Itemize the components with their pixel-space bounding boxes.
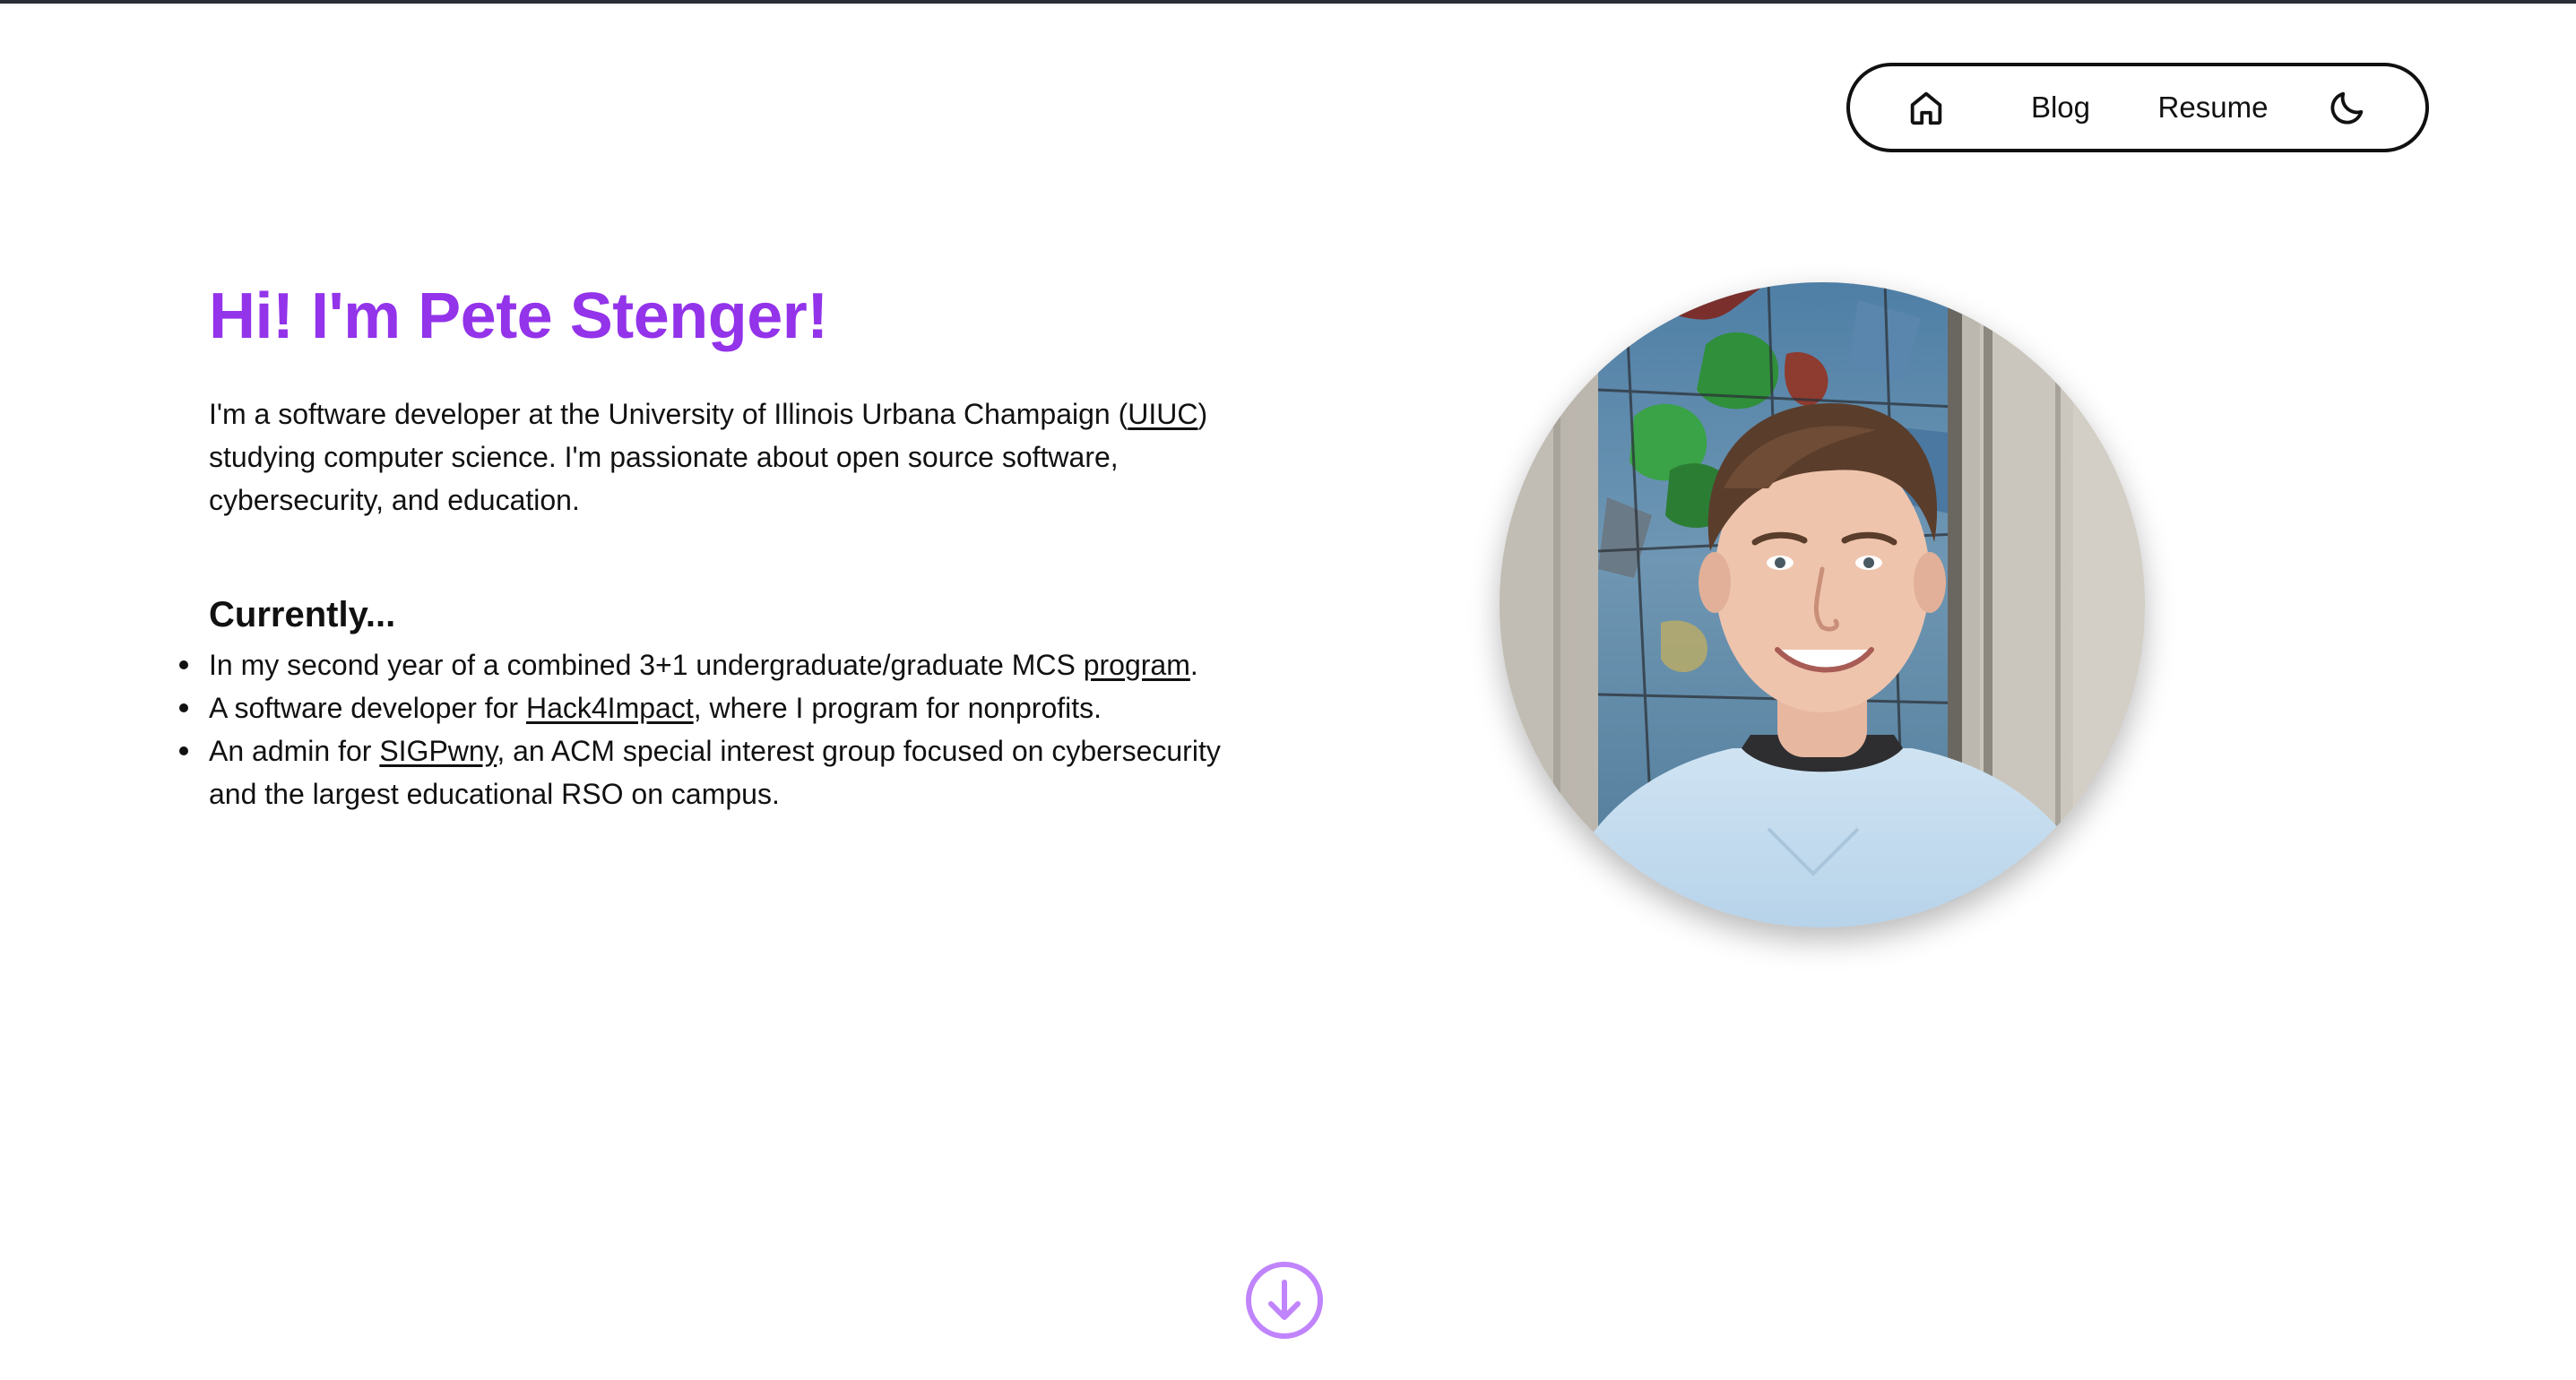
- sigpwny-link[interactable]: SIGPwny: [379, 735, 497, 767]
- arrow-down-circle-icon: [1246, 1262, 1323, 1339]
- item-line-2: and the largest educational RSO on campu…: [209, 778, 780, 810]
- intro-text: ): [1197, 398, 1208, 430]
- theme-toggle-button[interactable]: [2321, 66, 2374, 149]
- bullet-icon: [179, 703, 188, 712]
- list-item: An admin for SIGPwny, an ACM special int…: [179, 729, 1320, 815]
- item-text: A software developer for: [209, 692, 526, 724]
- intro-line-1: I'm a software developer at the Universi…: [209, 392, 1284, 436]
- uiuc-link[interactable]: UIUC: [1128, 398, 1197, 430]
- scroll-down-button[interactable]: [1244, 1260, 1325, 1341]
- home-icon: [1910, 91, 1942, 125]
- nav-link-resume[interactable]: Resume: [2146, 66, 2280, 149]
- intro-paragraph: I'm a software developer at the Universi…: [209, 392, 1284, 522]
- profile-photo: [1500, 282, 2145, 927]
- currently-heading: Currently...: [209, 595, 396, 634]
- item-text: .: [1189, 649, 1198, 681]
- list-item: In my second year of a combined 3+1 unde…: [179, 643, 1320, 686]
- moon-icon: [2330, 91, 2364, 125]
- bullet-icon: [179, 660, 188, 669]
- intro-text: I'm a software developer at the Universi…: [209, 398, 1128, 430]
- intro-line-3: cybersecurity, and education.: [209, 484, 580, 516]
- item-line-1: An admin for SIGPwny, an ACM special int…: [209, 729, 1320, 772]
- item-text: , an ACM special interest group focused …: [497, 735, 1221, 767]
- nav-bar: Blog Resume: [1846, 63, 2429, 152]
- page-title: Hi! I'm Pete Stenger!: [209, 280, 828, 352]
- program-link[interactable]: program: [1084, 649, 1190, 681]
- intro-line-2: studying computer science. I'm passionat…: [209, 441, 1119, 473]
- item-text: , where I program for nonprofits.: [693, 692, 1102, 724]
- home-button[interactable]: [1899, 66, 1953, 149]
- hack4impact-link[interactable]: Hack4Impact: [526, 692, 694, 724]
- portrait-illustration: [1500, 282, 2145, 927]
- top-border: [0, 0, 2576, 4]
- bullet-icon: [179, 746, 188, 755]
- currently-list: In my second year of a combined 3+1 unde…: [179, 643, 1320, 815]
- list-item: A software developer for Hack4Impact, wh…: [179, 686, 1320, 729]
- item-text: An admin for: [209, 735, 380, 767]
- item-text: In my second year of a combined 3+1 unde…: [209, 649, 1084, 681]
- nav-link-blog[interactable]: Blog: [2016, 66, 2105, 149]
